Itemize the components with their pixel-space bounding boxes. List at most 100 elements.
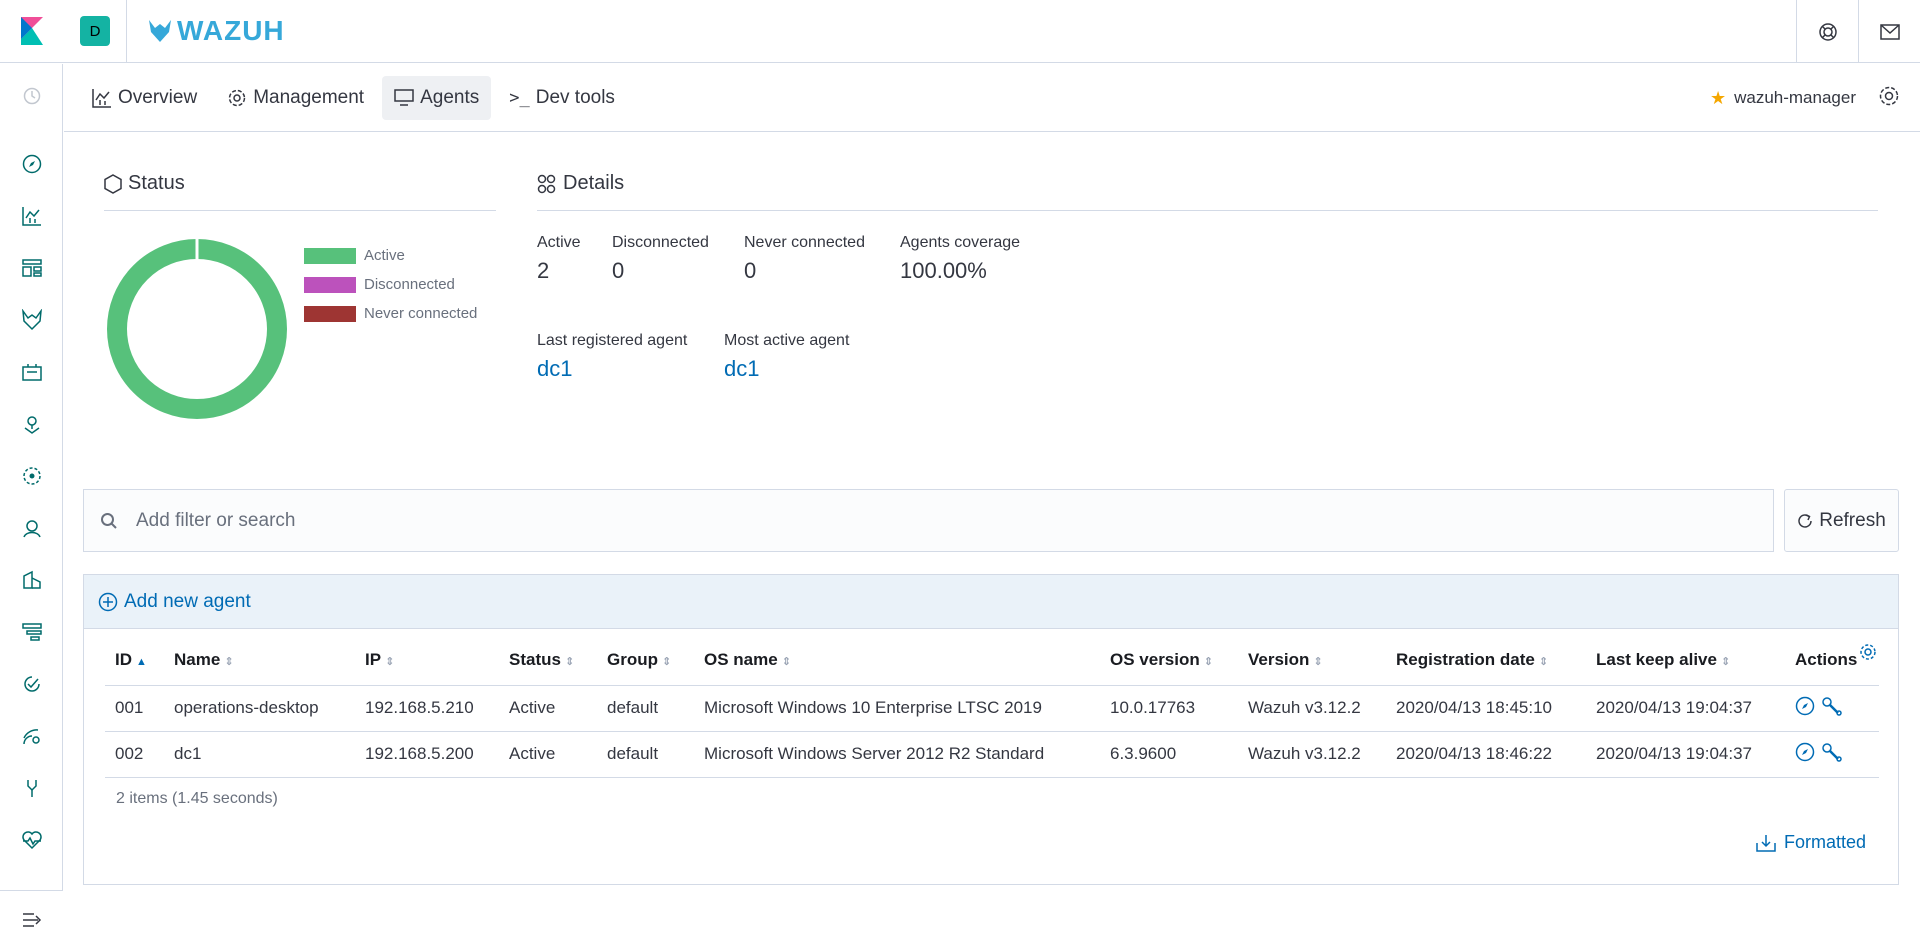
cell-name: dc1	[164, 731, 355, 778]
table-row[interactable]: 001 operations-desktop 192.168.5.210 Act…	[105, 685, 1879, 732]
tab-agents[interactable]: Agents	[382, 75, 492, 120]
formatted-export-button[interactable]: Formatted	[1756, 832, 1866, 853]
manager-selector[interactable]: ★ wazuh-manager	[1710, 88, 1856, 109]
stat-active: Active 2	[537, 234, 581, 284]
collapse-nav-icon[interactable]	[0, 890, 63, 948]
cell-id: 001	[105, 685, 164, 732]
mail-icon[interactable]	[1858, 0, 1920, 63]
recent-clock-icon[interactable]	[0, 76, 63, 116]
sort-icon: ⇕	[1203, 655, 1213, 668]
cell-name: operations-desktop	[164, 685, 355, 732]
refresh-icon	[1798, 513, 1812, 528]
cell-last-keep-alive: 2020/04/13 19:04:37	[1586, 731, 1785, 778]
refresh-label: Refresh	[1819, 509, 1886, 531]
column-header-group[interactable]: Group ⇕	[597, 635, 694, 686]
column-header-id[interactable]: ID ▲	[105, 635, 164, 686]
column-header-os-version[interactable]: OS version ⇕	[1100, 635, 1238, 686]
status-divider	[104, 210, 496, 211]
cell-last-keep-alive: 2020/04/13 19:04:37	[1586, 685, 1785, 732]
wazuh-brand-text: WAZUH	[177, 15, 285, 46]
logs-icon[interactable]	[0, 560, 63, 600]
configure-agent-wrench-icon[interactable]	[1821, 742, 1843, 762]
status-donut-chart	[107, 239, 287, 419]
open-agent-compass-icon[interactable]	[1795, 696, 1815, 716]
table-header-row: ID ▲ Name ⇕ IP ⇕ Status ⇕ Group ⇕ OS name ⇕ OS…	[105, 635, 1879, 686]
wazuh-wolf-icon	[149, 20, 171, 42]
search-input[interactable]	[136, 509, 1636, 532]
column-header-registration-date[interactable]: Registration date ⇕	[1386, 635, 1586, 686]
sort-icon: ⇕	[224, 655, 234, 668]
gear-icon	[228, 89, 246, 106]
cell-actions	[1785, 685, 1879, 732]
discover-compass-icon[interactable]	[0, 144, 63, 184]
left-nav	[0, 64, 63, 948]
details-divider	[537, 210, 1878, 211]
siem-icon[interactable]	[0, 716, 63, 756]
status-title: Status	[104, 172, 185, 195]
sort-icon: ⇕	[1720, 655, 1731, 668]
sort-icon: ⇕	[564, 655, 575, 668]
sort-icon: ⇕	[1538, 655, 1549, 668]
legend-item-active: Active	[304, 241, 477, 270]
cell-registration-date: 2020/04/13 18:46:22	[1386, 731, 1586, 778]
table-settings-gear-icon[interactable]	[1859, 643, 1877, 661]
stat-label: Most active agent	[724, 332, 850, 349]
help-icon[interactable]	[1796, 0, 1858, 63]
legend-label: Never connected	[364, 305, 478, 322]
kibana-logo-icon[interactable]	[0, 0, 63, 63]
space-avatar[interactable]: D	[80, 16, 110, 46]
column-header-last-keep-alive[interactable]: Last keep alive ⇕	[1586, 635, 1785, 686]
cell-actions	[1785, 731, 1879, 778]
dashboard-icon[interactable]	[0, 248, 63, 288]
open-agent-compass-icon[interactable]	[1795, 742, 1815, 762]
maps-icon[interactable]	[0, 404, 63, 444]
status-legend: Active Disconnected Never connected	[304, 241, 477, 328]
ml-icon[interactable]	[0, 456, 63, 496]
sort-icon: ⇕	[781, 655, 791, 668]
tab-management[interactable]: Management	[215, 76, 376, 120]
sort-icon: ⇕	[1313, 655, 1323, 668]
legend-label: Active	[364, 247, 405, 264]
monitoring-heart-icon[interactable]	[0, 820, 63, 860]
star-icon: ★	[1709, 87, 1727, 108]
column-header-status[interactable]: Status ⇕	[499, 635, 597, 686]
monitor-icon	[394, 88, 414, 106]
column-header-actions: Actions	[1785, 635, 1879, 686]
column-header-ip[interactable]: IP ⇕	[355, 635, 499, 686]
infrastructure-icon[interactable]	[0, 508, 63, 548]
agents-table: ID ▲ Name ⇕ IP ⇕ Status ⇕ Group ⇕ OS name ⇕ OS…	[105, 635, 1879, 778]
visualize-chart-icon[interactable]	[0, 196, 63, 236]
stat-coverage: Agents coverage 100.00%	[900, 234, 1020, 284]
stat-most-active: Most active agent dc1	[724, 332, 849, 382]
hexagon-icon	[104, 173, 122, 194]
dev-tools-wrench-icon[interactable]	[0, 768, 63, 808]
configure-agent-wrench-icon[interactable]	[1821, 696, 1843, 716]
cell-ip: 192.168.5.210	[355, 685, 499, 732]
column-header-version[interactable]: Version ⇕	[1238, 635, 1386, 686]
plus-circle-icon	[98, 592, 118, 611]
column-header-os-name[interactable]: OS name ⇕	[694, 635, 1100, 686]
settings-gear-icon[interactable]	[1878, 85, 1900, 112]
terminal-icon: >_	[509, 87, 530, 108]
tab-dev-tools[interactable]: >_ Dev tools	[497, 76, 627, 120]
canvas-icon[interactable]	[0, 352, 63, 392]
stat-last-registered: Last registered agent dc1	[537, 332, 687, 382]
most-active-agent-link[interactable]: dc1	[724, 356, 849, 382]
stat-disconnected: Disconnected 0	[612, 234, 709, 284]
wazuh-app-icon[interactable]	[0, 300, 63, 340]
apm-icon[interactable]	[0, 612, 63, 652]
uptime-icon[interactable]	[0, 664, 63, 704]
add-new-agent-button[interactable]: Add new agent	[84, 575, 1898, 629]
tab-label: Overview	[118, 86, 198, 108]
tab-label: Agents	[420, 86, 480, 108]
wazuh-logo[interactable]: WAZUH	[147, 15, 285, 47]
search-icon	[101, 512, 117, 529]
column-header-name[interactable]: Name ⇕	[164, 635, 355, 686]
download-icon	[1756, 834, 1776, 852]
refresh-button[interactable]: Refresh	[1784, 489, 1899, 552]
cell-os-version: 10.0.17763	[1100, 685, 1238, 732]
legend-item-never-connected: Never connected	[304, 299, 477, 328]
table-row[interactable]: 002 dc1 192.168.5.200 Active default Mic…	[105, 731, 1879, 778]
last-registered-agent-link[interactable]: dc1	[537, 356, 687, 382]
tab-overview[interactable]: Overview	[80, 76, 209, 120]
